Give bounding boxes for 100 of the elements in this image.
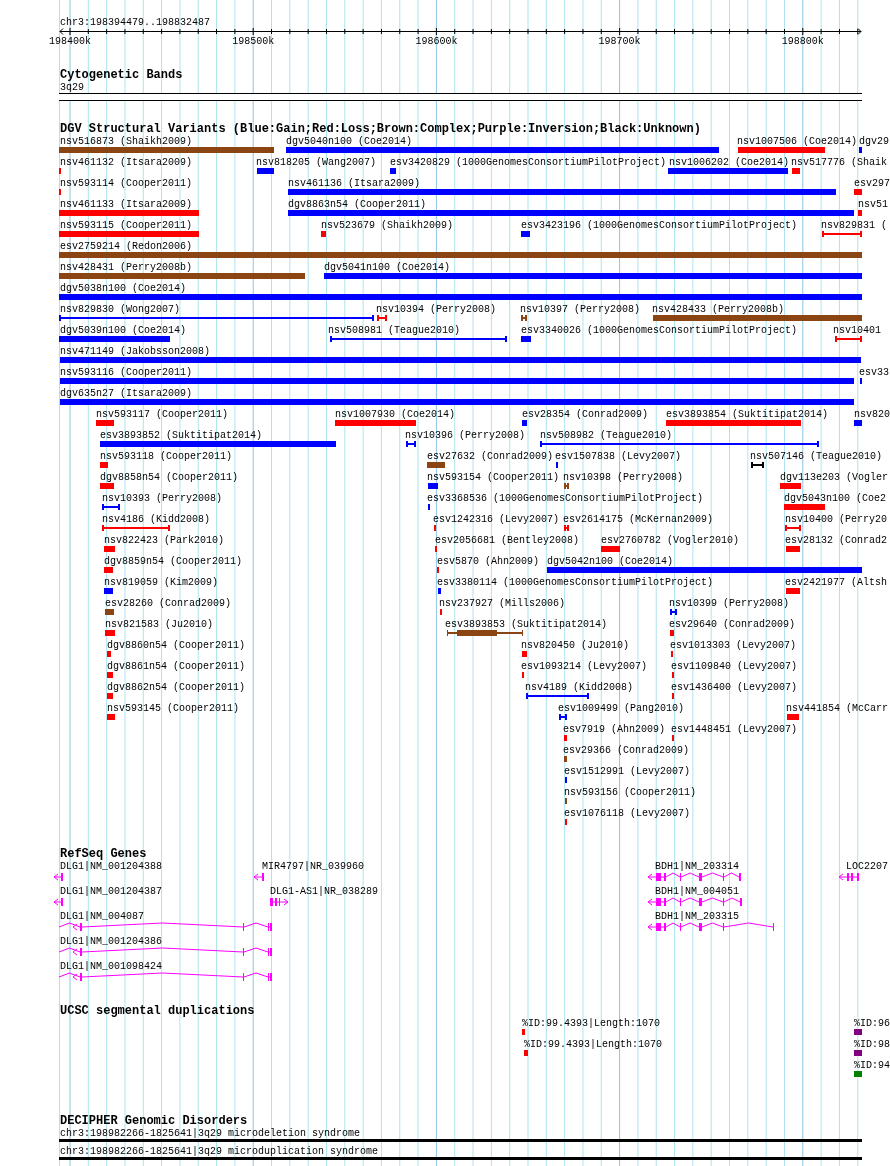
variant-span[interactable] — [521, 315, 527, 321]
gene-model-drawing[interactable] — [838, 873, 859, 881]
variant-bar[interactable] — [427, 462, 445, 468]
variant-span[interactable] — [670, 609, 677, 615]
variant-bar[interactable] — [780, 483, 801, 489]
duplication-bar[interactable] — [854, 1050, 862, 1056]
variant-span[interactable] — [559, 714, 567, 720]
variant-label: dgv5038n100 (Coe2014) — [60, 283, 187, 294]
variant-bar[interactable] — [668, 168, 788, 174]
variant-bar[interactable] — [428, 483, 438, 489]
variant-label: esv28260 (Conrad2009) — [105, 598, 232, 609]
gene-model-drawing[interactable] — [58, 922, 272, 931]
variant-bar[interactable] — [321, 231, 326, 237]
variant-bar[interactable] — [104, 567, 113, 573]
variant-bar[interactable] — [854, 189, 862, 195]
gene-model-drawing[interactable] — [53, 873, 63, 881]
duplication-label: %ID:94 — [854, 1060, 890, 1071]
variant-bar[interactable] — [59, 231, 199, 237]
variant-bar[interactable] — [324, 273, 862, 279]
gene-model-drawing[interactable] — [270, 898, 289, 906]
variant-bar[interactable] — [335, 420, 416, 426]
variant-label: nsv10397 (Perry2008) — [520, 304, 641, 315]
variant-bar[interactable] — [107, 714, 115, 720]
variant-span[interactable] — [526, 693, 589, 699]
variant-bar[interactable] — [59, 252, 862, 258]
gene-model-drawing[interactable] — [58, 947, 272, 956]
variant-bar[interactable] — [521, 336, 531, 342]
variant-bar[interactable] — [547, 567, 862, 573]
variant-bar[interactable] — [100, 462, 108, 468]
variant-bar[interactable] — [786, 546, 800, 552]
variant-label: dgv5041n100 (Coe2014) — [324, 262, 451, 273]
variant-span[interactable] — [564, 483, 569, 489]
variant-bar[interactable] — [390, 168, 396, 174]
track-title: DGV Structural Variants (Blue:Gain;Red:Loss;Brown:Complex;Purple:Inversion;Black:Unknown) — [60, 122, 701, 136]
variant-bar[interactable] — [100, 483, 114, 489]
variant-span[interactable] — [330, 336, 507, 342]
variant-bar[interactable] — [107, 672, 113, 678]
duplication-bar[interactable] — [524, 1050, 528, 1056]
variant-bar[interactable] — [787, 714, 799, 720]
variant-bar[interactable] — [60, 357, 861, 363]
variant-span[interactable] — [540, 441, 819, 447]
variant-bar[interactable] — [564, 756, 567, 762]
variant-bar[interactable] — [521, 231, 530, 237]
gene-model-drawing[interactable] — [647, 922, 774, 931]
variant-bar[interactable] — [257, 168, 274, 174]
variant-label: dgv8858n54 (Cooper2011) — [100, 472, 239, 483]
variant-span[interactable] — [447, 630, 523, 636]
gene-model-drawing[interactable] — [253, 873, 264, 881]
variant-span[interactable] — [406, 441, 416, 447]
variant-bar[interactable] — [59, 336, 170, 342]
variant-bar[interactable] — [104, 546, 115, 552]
variant-label: esv3423196 (1000GenomesConsortiumPilotProject) — [521, 220, 798, 231]
variant-bar[interactable] — [792, 168, 800, 174]
variant-bar[interactable] — [288, 210, 854, 216]
variant-bar[interactable] — [859, 147, 862, 153]
variant-span[interactable] — [102, 504, 120, 510]
disorder-bar[interactable] — [59, 1157, 862, 1160]
disorder-bar[interactable] — [59, 1139, 862, 1142]
variant-bar[interactable] — [854, 420, 862, 426]
variant-label: nsv10393 (Perry2008) — [102, 493, 223, 504]
duplication-bar[interactable] — [854, 1071, 862, 1077]
variant-bar[interactable] — [670, 630, 674, 636]
variant-bar[interactable] — [59, 294, 862, 300]
variant-bar[interactable] — [522, 651, 527, 657]
variant-span[interactable] — [59, 315, 374, 321]
variant-bar[interactable] — [738, 147, 825, 153]
gene-model-drawing[interactable] — [647, 872, 741, 881]
variant-bar[interactable] — [286, 147, 719, 153]
variant-bar[interactable] — [438, 588, 441, 594]
variant-bar[interactable] — [59, 210, 199, 216]
variant-label: esv1109840 (Levy2007) — [671, 661, 798, 672]
variant-bar[interactable] — [107, 693, 113, 699]
variant-label: nsv819059 (Kim2009) — [104, 577, 219, 588]
duplication-bar[interactable] — [854, 1029, 862, 1035]
variant-bar[interactable] — [59, 273, 305, 279]
variant-bar[interactable] — [107, 651, 111, 657]
variant-bar[interactable] — [104, 588, 113, 594]
variant-bar[interactable] — [601, 546, 620, 552]
variant-bar[interactable] — [105, 609, 114, 615]
variant-bar[interactable] — [96, 420, 114, 426]
variant-bar[interactable] — [666, 420, 801, 426]
variant-bar[interactable] — [653, 315, 862, 321]
gene-model-drawing[interactable] — [647, 897, 742, 906]
variant-label: esv3893854 (Suktitipat2014) — [666, 409, 829, 420]
gene-label: DLG1|NM_001204388 — [60, 861, 163, 872]
variant-label: esv27632 (Conrad2009) — [427, 451, 554, 462]
gene-model-drawing[interactable] — [58, 972, 272, 981]
variant-bar[interactable] — [100, 441, 336, 447]
gene-model-drawing[interactable] — [53, 898, 63, 906]
variant-bar[interactable] — [60, 378, 854, 384]
duplication-bar[interactable] — [522, 1029, 525, 1035]
variant-bar[interactable] — [564, 735, 567, 741]
variant-bar[interactable] — [786, 588, 800, 594]
variant-bar[interactable] — [60, 399, 854, 405]
variant-bar[interactable] — [288, 189, 836, 195]
variant-bar[interactable] — [59, 147, 274, 153]
variant-span[interactable] — [751, 462, 764, 468]
variant-bar[interactable] — [784, 504, 825, 510]
variant-bar[interactable] — [522, 420, 527, 426]
variant-bar[interactable] — [105, 630, 115, 636]
